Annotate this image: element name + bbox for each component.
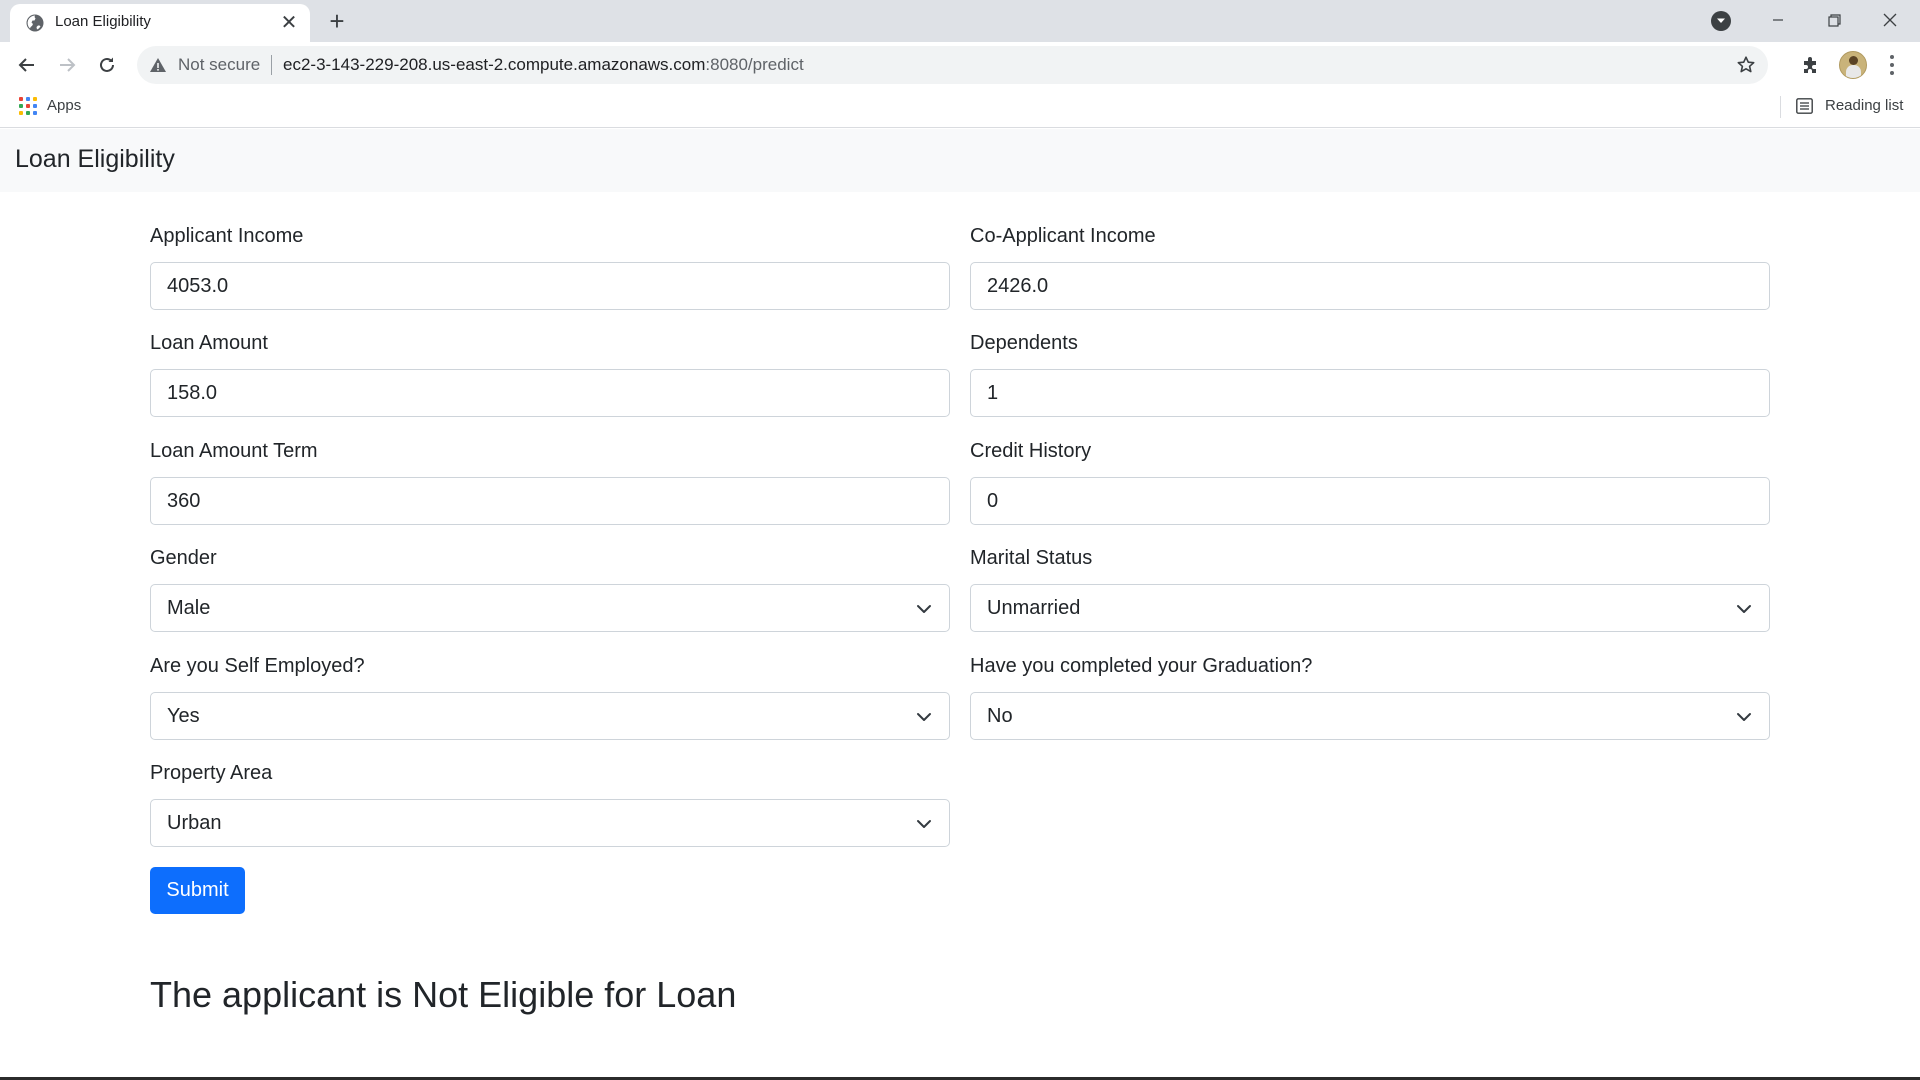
loan-amount-label: Loan Amount (150, 332, 268, 354)
prediction-result: The applicant is Not Eligible for Loan (150, 974, 737, 1015)
coapplicant-income-value: 2426.0 (987, 275, 1049, 297)
loan-amount-value: 158.0 (167, 382, 218, 404)
bookmarks-divider (1780, 96, 1781, 118)
coapplicant-income-input[interactable]: 2426.0 (970, 262, 1770, 310)
page-navbar: Loan Eligibility (0, 129, 1920, 192)
new-tab-icon[interactable]: + (322, 6, 352, 36)
property-area-selected-value: Urban (167, 812, 222, 834)
chevron-down-icon (1737, 713, 1751, 721)
restore-icon[interactable] (1806, 0, 1862, 40)
gender-select[interactable]: Male (150, 584, 950, 632)
graduation-label: Have you completed your Graduation? (970, 655, 1313, 677)
omnibox-divider (271, 55, 272, 75)
avatar-body (1846, 65, 1861, 78)
self-employed-select[interactable]: Yes (150, 692, 950, 740)
property-area-label: Property Area (150, 762, 273, 784)
chevron-down-icon (917, 820, 931, 828)
credit-history-value: 0 (987, 490, 999, 512)
navbar-brand[interactable]: Loan Eligibility (15, 145, 175, 174)
coapplicant-income-label: Co-Applicant Income (970, 225, 1156, 247)
profile-avatar[interactable] (1839, 51, 1867, 79)
applicant-income-input[interactable]: 4053.0 (150, 262, 950, 310)
apps-grid-icon[interactable] (19, 97, 37, 115)
reading-list-icon[interactable] (1796, 98, 1813, 114)
browser-tabstrip: Loan Eligibility ✕ + (0, 0, 1920, 42)
security-status[interactable]: Not secure (178, 55, 260, 75)
gender-selected-value: Male (167, 597, 211, 619)
marital-status-selected-value: Unmarried (987, 597, 1081, 619)
gender-label: Gender (150, 547, 217, 569)
self-employed-label: Are you Self Employed? (150, 655, 365, 677)
graduation-selected-value: No (987, 705, 1013, 727)
back-arrow-icon[interactable] (11, 49, 43, 81)
loan-amount-term-value: 360 (167, 490, 201, 512)
url-text[interactable]: ec2-3-143-229-208.us-east-2.compute.amaz… (283, 55, 804, 75)
browser-toolbar: Not secure ec2-3-143-229-208.us-east-2.c… (0, 42, 1920, 88)
reload-icon[interactable] (91, 49, 123, 81)
credit-history-label: Credit History (970, 440, 1092, 462)
minimize-icon[interactable] (1750, 0, 1806, 40)
graduation-select[interactable]: No (970, 692, 1770, 740)
avatar-head (1849, 56, 1858, 65)
address-bar[interactable]: Not secure ec2-3-143-229-208.us-east-2.c… (137, 46, 1768, 84)
warning-icon (150, 58, 166, 72)
apps-bookmark[interactable]: Apps (47, 97, 81, 114)
dependents-label: Dependents (970, 332, 1078, 354)
submit-button[interactable]: Submit (150, 867, 245, 914)
loan-amount-input[interactable]: 158.0 (150, 369, 950, 417)
reading-list-button[interactable]: Reading list (1825, 97, 1903, 114)
tab-close-icon[interactable]: ✕ (276, 9, 302, 35)
tab-search-icon[interactable] (1711, 11, 1731, 31)
chevron-down-icon (1737, 605, 1751, 613)
chevron-down-icon (917, 605, 931, 613)
chevron-down-icon (917, 713, 931, 721)
bookmarks-bar: Apps Reading list (0, 88, 1920, 128)
url-path: :8080/predict (705, 55, 804, 74)
tab-title: Loan Eligibility (55, 13, 151, 30)
loan-amount-term-label: Loan Amount Term (150, 440, 318, 462)
credit-history-input[interactable]: 0 (970, 477, 1770, 525)
dependents-input[interactable]: 1 (970, 369, 1770, 417)
extensions-puzzle-icon[interactable] (1800, 54, 1822, 76)
globe-icon (26, 14, 44, 32)
browser-menu-icon[interactable] (1882, 53, 1902, 77)
forward-arrow-icon[interactable] (51, 49, 83, 81)
browser-tab[interactable]: Loan Eligibility ✕ (10, 4, 310, 42)
loan-amount-term-input[interactable]: 360 (150, 477, 950, 525)
applicant-income-value: 4053.0 (167, 275, 229, 297)
dependents-value: 1 (987, 382, 999, 404)
url-host: ec2-3-143-229-208.us-east-2.compute.amaz… (283, 55, 706, 74)
bookmark-star-icon[interactable] (1736, 55, 1756, 75)
window-close-icon[interactable] (1862, 0, 1918, 40)
marital-status-select[interactable]: Unmarried (970, 584, 1770, 632)
property-area-select[interactable]: Urban (150, 799, 950, 847)
marital-status-label: Marital Status (970, 547, 1093, 569)
self-employed-selected-value: Yes (167, 705, 200, 727)
applicant-income-label: Applicant Income (150, 225, 304, 247)
